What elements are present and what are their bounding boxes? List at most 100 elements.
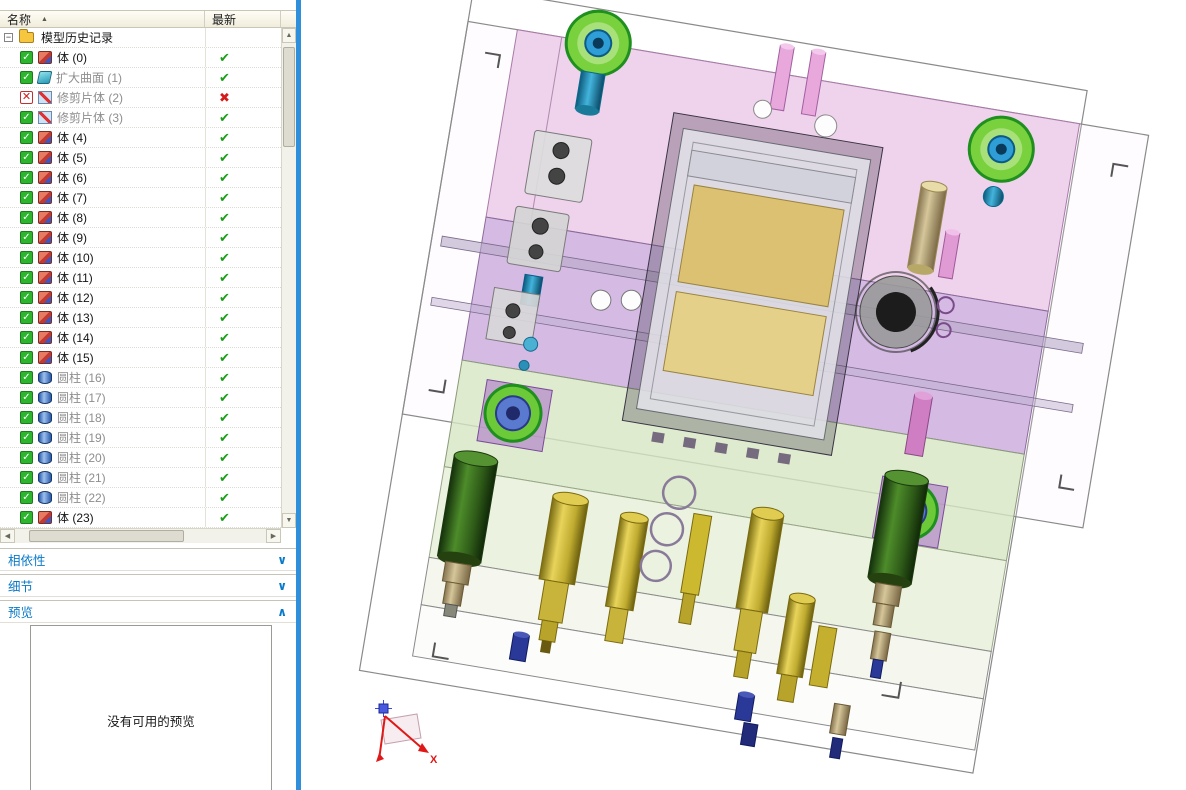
horizontal-scroll-thumb[interactable] (29, 530, 184, 542)
tree-item-17[interactable]: ✓ 圆柱 (17) ✔ (0, 388, 281, 408)
checkbox-checked-icon[interactable]: ✓ (20, 111, 33, 124)
checkbox-checked-icon[interactable]: ✓ (20, 151, 33, 164)
body-feature-icon (38, 351, 52, 364)
vertical-scroll-thumb[interactable] (283, 47, 295, 147)
tree-item-16[interactable]: ✓ 圆柱 (16) ✔ (0, 368, 281, 388)
body-feature-icon (38, 191, 52, 204)
status-ok-icon: ✔ (205, 388, 281, 407)
surface-feature-icon (36, 71, 53, 84)
section-preview[interactable]: 预览 ∧ (0, 600, 296, 623)
tree-item-12[interactable]: ✓ 体 (12) ✔ (0, 288, 281, 308)
chevron-down-icon[interactable]: ∨ (277, 553, 287, 567)
checkbox-checked-icon[interactable]: ✓ (20, 271, 33, 284)
checkbox-error-icon[interactable]: ✕ (20, 91, 33, 104)
status-ok-icon: ✔ (205, 48, 281, 67)
checkbox-checked-icon[interactable]: ✓ (20, 511, 33, 524)
checkbox-checked-icon[interactable]: ✓ (20, 491, 33, 504)
section-details[interactable]: 细节 ∨ (0, 574, 296, 597)
checkbox-checked-icon[interactable]: ✓ (20, 171, 33, 184)
status-ok-icon: ✔ (205, 168, 281, 187)
tree-item-9[interactable]: ✓ 体 (9) ✔ (0, 228, 281, 248)
feature-label: 圆柱 (18) (57, 411, 106, 425)
tree-item-7[interactable]: ✓ 体 (7) ✔ (0, 188, 281, 208)
graphics-viewport[interactable]: X (301, 0, 1186, 790)
checkbox-checked-icon[interactable]: ✓ (20, 331, 33, 344)
tree-item-20[interactable]: ✓ 圆柱 (20) ✔ (0, 448, 281, 468)
column-header-latest[interactable]: 最新 (205, 11, 281, 27)
chevron-up-icon[interactable]: ∧ (277, 605, 287, 619)
feature-label: 体 (13) (57, 311, 94, 325)
feature-label: 体 (8) (57, 211, 88, 225)
part-navigator-panel: 名称 ▲ 最新 − 模型历史记录 ✓ 体 (0) ✔ ✓ 扩大曲面 (1) ✔ ✕ 修剪片体 … (0, 0, 296, 790)
checkbox-checked-icon[interactable]: ✓ (20, 231, 33, 244)
section-dependencies[interactable]: 相依性 ∨ (0, 548, 296, 571)
preview-empty-text: 没有可用的预览 (107, 714, 195, 729)
tree-item-22[interactable]: ✓ 圆柱 (22) ✔ (0, 488, 281, 508)
checkbox-checked-icon[interactable]: ✓ (20, 131, 33, 144)
tree-item-14[interactable]: ✓ 体 (14) ✔ (0, 328, 281, 348)
chevron-down-icon[interactable]: ∨ (277, 579, 287, 593)
tree-item-8[interactable]: ✓ 体 (8) ✔ (0, 208, 281, 228)
feature-label: 圆柱 (19) (57, 431, 106, 445)
checkbox-checked-icon[interactable]: ✓ (20, 431, 33, 444)
collapse-expander-icon[interactable]: − (4, 33, 13, 42)
tree-item-18[interactable]: ✓ 圆柱 (18) ✔ (0, 408, 281, 428)
body-feature-icon (38, 511, 52, 524)
x-axis-label: X (430, 754, 438, 766)
feature-label: 修剪片体 (2) (57, 91, 124, 105)
checkbox-checked-icon[interactable]: ✓ (20, 311, 33, 324)
checkbox-checked-icon[interactable]: ✓ (20, 191, 33, 204)
tree-item-2[interactable]: ✕ 修剪片体 (2) ✖ (0, 88, 281, 108)
scroll-left-button[interactable]: ◀ (0, 529, 15, 543)
tree-item-1[interactable]: ✓ 扩大曲面 (1) ✔ (0, 68, 281, 88)
checkbox-checked-icon[interactable]: ✓ (20, 211, 33, 224)
status-ok-icon: ✔ (205, 368, 281, 387)
tree-item-13[interactable]: ✓ 体 (13) ✔ (0, 308, 281, 328)
tree-item-6[interactable]: ✓ 体 (6) ✔ (0, 168, 281, 188)
body-feature-icon (38, 231, 52, 244)
status-ok-icon: ✔ (205, 288, 281, 307)
checkbox-checked-icon[interactable]: ✓ (20, 51, 33, 64)
tree-item-10[interactable]: ✓ 体 (10) ✔ (0, 248, 281, 268)
scroll-down-button[interactable]: ▼ (282, 513, 296, 528)
checkbox-checked-icon[interactable]: ✓ (20, 471, 33, 484)
feature-label: 扩大曲面 (1) (56, 71, 123, 85)
tree-root-model-history[interactable]: − 模型历史记录 (0, 28, 281, 48)
body-feature-icon (38, 51, 52, 64)
feature-label: 体 (23) (57, 511, 94, 525)
scroll-up-button[interactable]: ▲ (282, 28, 296, 43)
status-ok-icon: ✔ (205, 308, 281, 327)
checkbox-checked-icon[interactable]: ✓ (20, 351, 33, 364)
tree-item-23[interactable]: ✓ 体 (23) ✔ (0, 508, 281, 528)
cylinder-feature-icon (38, 451, 52, 464)
vertical-scroll-track[interactable] (282, 43, 296, 513)
tree-item-4[interactable]: ✓ 体 (4) ✔ (0, 128, 281, 148)
tree-item-5[interactable]: ✓ 体 (5) ✔ (0, 148, 281, 168)
cylinder-feature-icon (38, 431, 52, 444)
feature-label: 圆柱 (16) (57, 371, 106, 385)
tree-item-0[interactable]: ✓ 体 (0) ✔ (0, 48, 281, 68)
tree-item-21[interactable]: ✓ 圆柱 (21) ✔ (0, 468, 281, 488)
body-feature-icon (38, 331, 52, 344)
status-ok-icon: ✔ (205, 268, 281, 287)
checkbox-checked-icon[interactable]: ✓ (20, 251, 33, 264)
tree-item-3[interactable]: ✓ 修剪片体 (3) ✔ (0, 108, 281, 128)
body-feature-icon (38, 311, 52, 324)
checkbox-checked-icon[interactable]: ✓ (20, 451, 33, 464)
checkbox-checked-icon[interactable]: ✓ (20, 411, 33, 424)
feature-label: 体 (4) (57, 131, 88, 145)
section-label: 预览 (8, 606, 34, 620)
tree-item-15[interactable]: ✓ 体 (15) ✔ (0, 348, 281, 368)
tree-horizontal-scrollbar[interactable]: ◀ ▶ (0, 528, 281, 543)
checkbox-checked-icon[interactable]: ✓ (20, 291, 33, 304)
tree-item-19[interactable]: ✓ 圆柱 (19) ✔ (0, 428, 281, 448)
feature-label: 圆柱 (21) (57, 471, 106, 485)
checkbox-checked-icon[interactable]: ✓ (20, 371, 33, 384)
checkbox-checked-icon[interactable]: ✓ (20, 391, 33, 404)
tree-vertical-scrollbar[interactable]: ▲ ▼ (281, 28, 296, 528)
horizontal-scroll-track[interactable] (15, 529, 266, 543)
tree-item-11[interactable]: ✓ 体 (11) ✔ (0, 268, 281, 288)
checkbox-checked-icon[interactable]: ✓ (20, 71, 33, 84)
column-header-name[interactable]: 名称 ▲ (0, 11, 205, 27)
scroll-right-button[interactable]: ▶ (266, 529, 281, 543)
